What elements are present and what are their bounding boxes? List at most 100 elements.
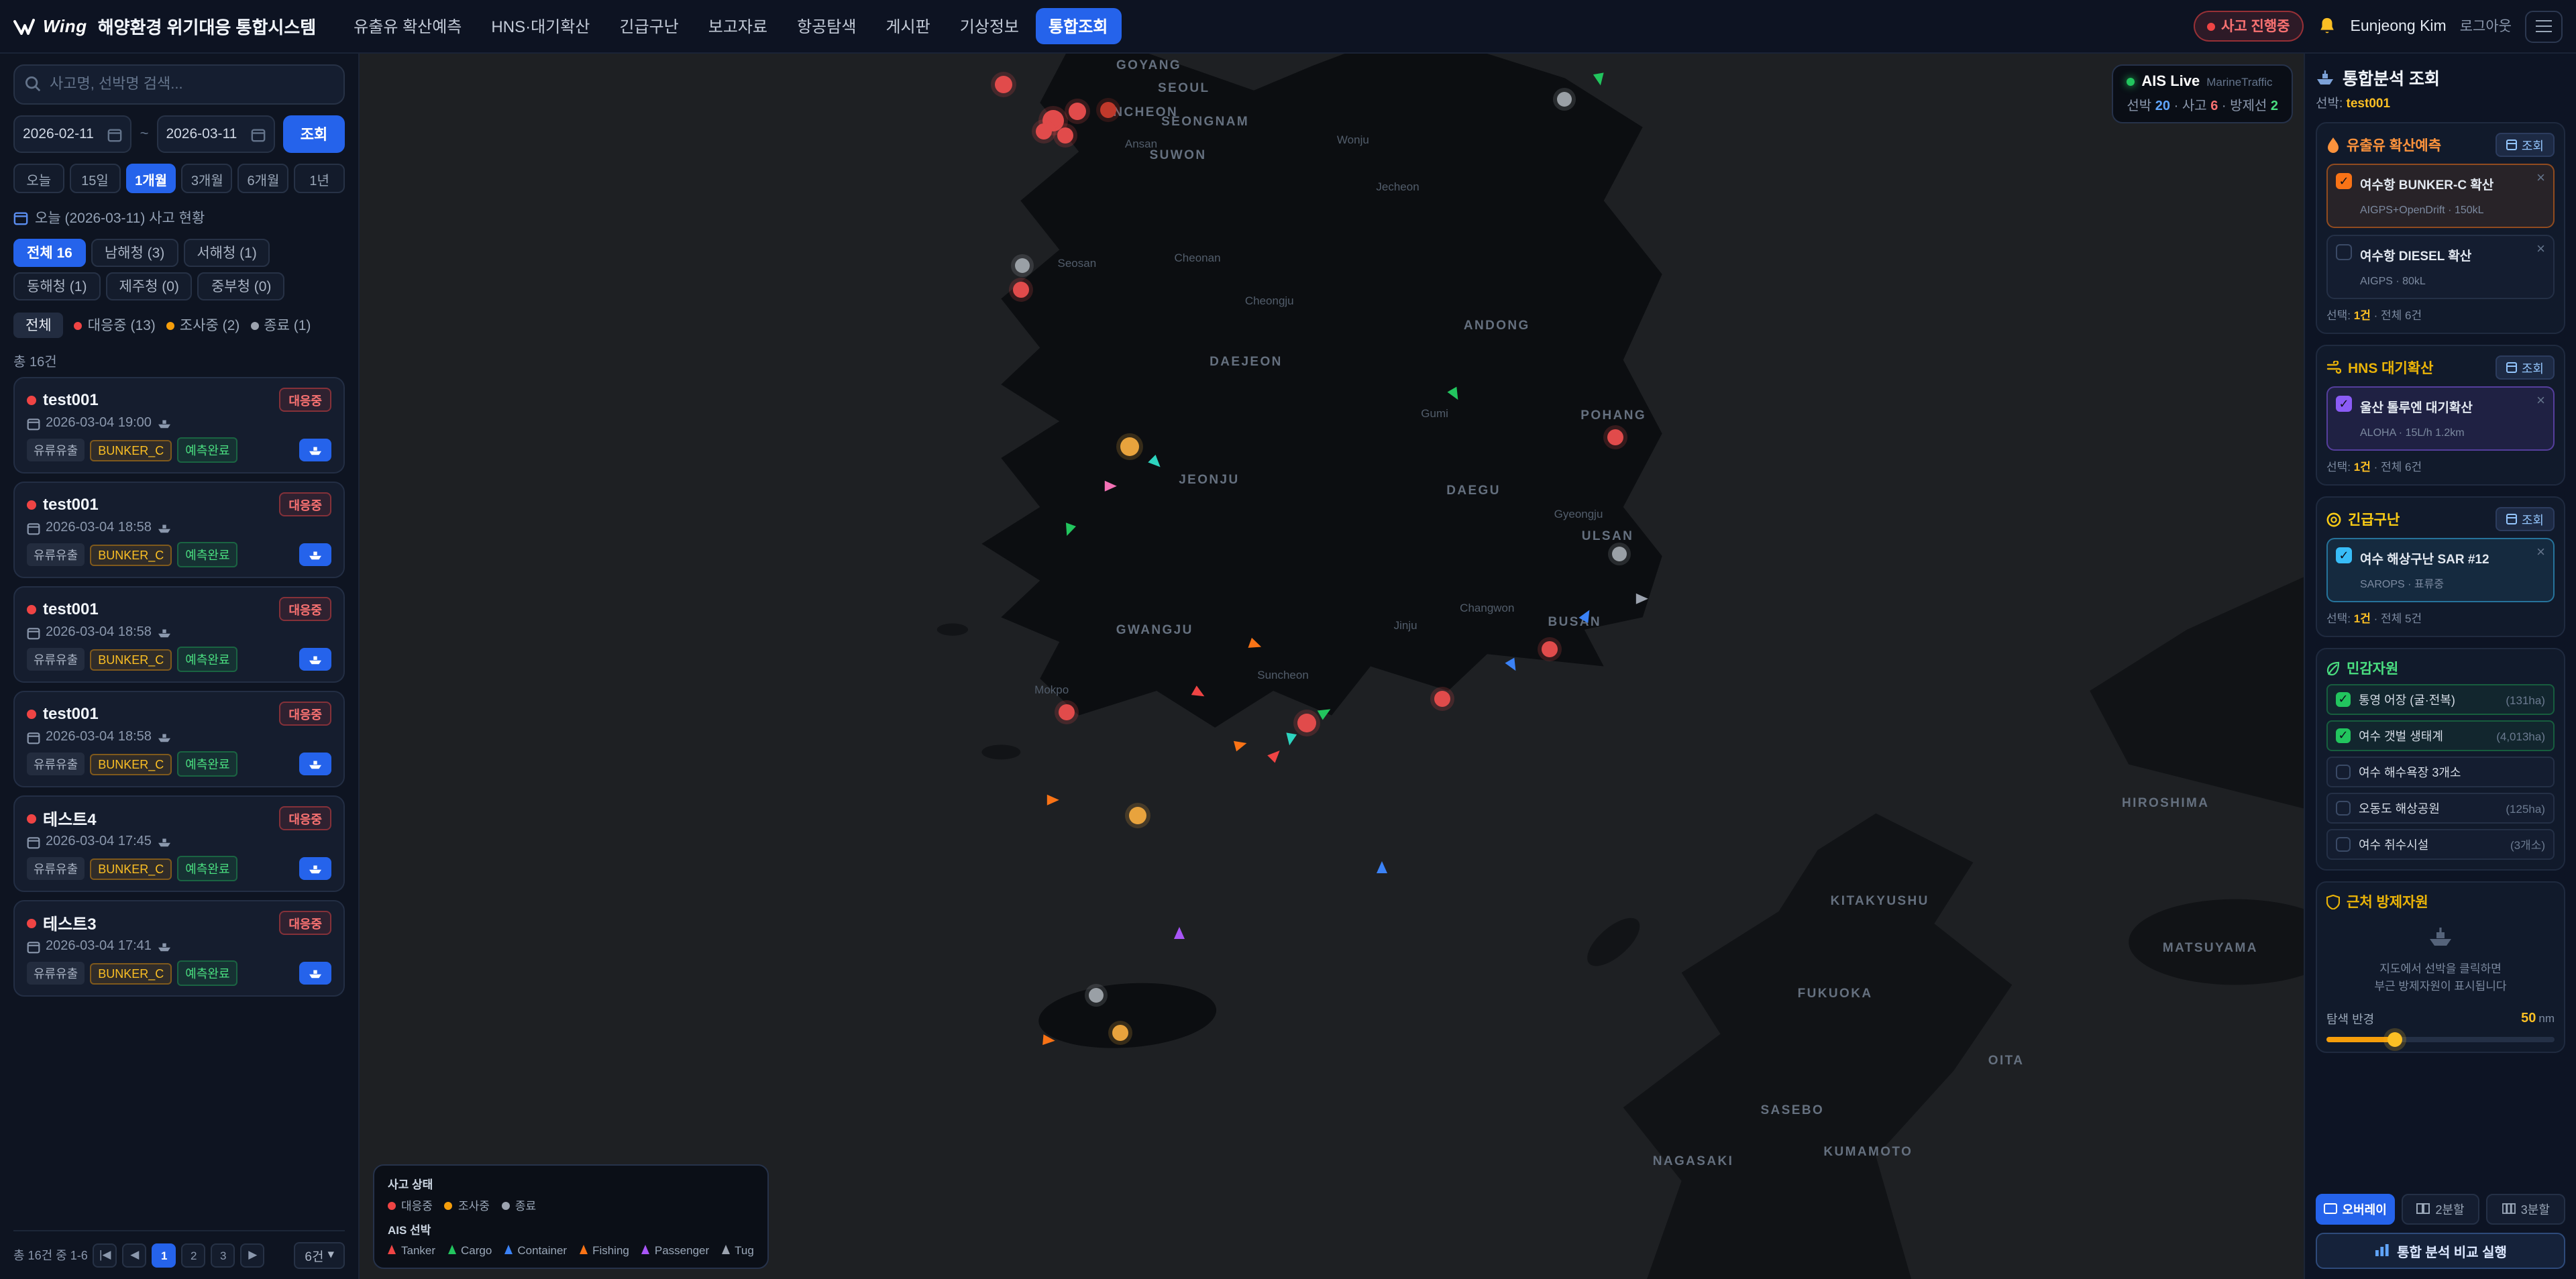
incident-marker[interactable] (1089, 987, 1104, 1002)
incident-card[interactable]: 테스트4 대응중 2026-03-04 17:45 유류유출 BUNKER_C … (13, 795, 345, 892)
status-filter-closed[interactable]: 종료 (1) (250, 315, 311, 335)
incident-marker[interactable] (1542, 641, 1558, 657)
status-filter-all[interactable]: 전체 (13, 313, 64, 338)
view-on-map-button[interactable] (299, 439, 331, 461)
close-icon[interactable]: × (2536, 546, 2545, 561)
map-canvas[interactable]: GOYANGSEOULINCHEONSEONGNAMAnsanSUWONWonj… (360, 54, 2304, 1279)
logout-button[interactable]: 로그아웃 (2460, 16, 2512, 36)
incident-marker[interactable] (1012, 282, 1028, 298)
view-on-map-button[interactable] (299, 857, 331, 880)
search-input[interactable] (13, 64, 345, 105)
region-chip-jeju[interactable]: 제주청 (0) (105, 272, 192, 300)
region-chip-namhae[interactable]: 남해청 (3) (91, 239, 178, 267)
checkbox-checked-icon[interactable]: ✓ (2336, 692, 2351, 707)
hns-scenario-item[interactable]: ✓ 울산 톨루엔 대기확산 ALOHA · 15L/h 1.2km × (2326, 386, 2555, 451)
checkbox-checked-icon[interactable]: ✓ (2336, 728, 2351, 743)
range-1y-button[interactable]: 1년 (294, 164, 345, 193)
ais-vessel-marker[interactable] (1579, 608, 1595, 624)
range-today-button[interactable]: 오늘 (13, 164, 64, 193)
ais-vessel-marker[interactable] (1636, 593, 1648, 604)
incident-card[interactable]: 테스트3 대응중 2026-03-04 17:41 유류유출 BUNKER_C … (13, 900, 345, 997)
checkbox-unchecked-icon[interactable] (2336, 801, 2351, 816)
incident-marker[interactable] (1120, 437, 1139, 456)
view-on-map-button[interactable] (299, 543, 331, 566)
view-on-map-button[interactable] (299, 753, 331, 775)
date-to-input[interactable]: 2026-03-11 (156, 115, 275, 153)
radius-slider[interactable] (2326, 1038, 2555, 1043)
resource-row[interactable]: ✓ 여수 갯벌 생태계 (4,013ha) (2326, 720, 2555, 751)
checkbox-checked-icon[interactable]: ✓ (2336, 547, 2352, 563)
checkbox-unchecked-icon[interactable] (2336, 244, 2352, 260)
incident-card[interactable]: test001 대응중 2026-03-04 18:58 유류유출 BUNKER… (13, 586, 345, 683)
incident-marker[interactable] (1558, 92, 1572, 107)
menu-oil-spread[interactable]: 유출유 확산예측 (340, 8, 475, 44)
ais-vessel-marker[interactable] (1148, 455, 1164, 471)
incident-marker[interactable] (1607, 429, 1623, 445)
menu-integrated-view[interactable]: 통합조회 (1035, 8, 1121, 44)
view-on-map-button[interactable] (299, 648, 331, 671)
ais-vessel-marker[interactable] (1377, 860, 1387, 873)
incident-marker[interactable] (1057, 127, 1073, 144)
sar-scenario-item[interactable]: ✓ 여수 해상구난 SAR #12 SAROPS · 표류중 × (2326, 538, 2555, 602)
incident-marker[interactable] (1068, 103, 1085, 120)
ais-vessel-marker[interactable] (1248, 638, 1263, 652)
ais-vessel-marker[interactable] (1062, 523, 1076, 538)
pagination-first-button[interactable]: |◀ (93, 1243, 117, 1267)
range-6m-button[interactable]: 6개월 (238, 164, 289, 193)
resource-row[interactable]: 오동도 해상공원 (125ha) (2326, 793, 2555, 824)
ais-vessel-marker[interactable] (1042, 1035, 1055, 1047)
pagination-page-3[interactable]: 3 (211, 1243, 235, 1267)
split-2-view-button[interactable]: 2분할 (2401, 1193, 2479, 1224)
range-15d-button[interactable]: 15일 (70, 164, 121, 193)
menu-weather[interactable]: 기상정보 (947, 8, 1032, 44)
incident-marker[interactable] (1128, 807, 1146, 824)
pagination-prev-button[interactable]: ◀ (123, 1243, 147, 1267)
oil-query-button[interactable]: 조회 (2496, 133, 2555, 157)
incident-inprogress-badge[interactable]: 사고 진행중 (2193, 11, 2303, 42)
incident-marker[interactable] (1100, 102, 1116, 118)
oil-scenario-item[interactable]: ✓ 여수항 BUNKER-C 확산 AIGPS+OpenDrift · 150k… (2326, 164, 2555, 228)
menu-hns[interactable]: HNS·대기확산 (478, 8, 603, 44)
checkbox-unchecked-icon[interactable] (2336, 837, 2351, 852)
view-on-map-button[interactable] (299, 962, 331, 985)
sar-query-button[interactable]: 조회 (2496, 507, 2555, 531)
resource-row[interactable]: 여수 취수시설 (3개소) (2326, 829, 2555, 860)
pagination-page-2[interactable]: 2 (182, 1243, 206, 1267)
menu-reports[interactable]: 보고자료 (695, 8, 781, 44)
ais-vessel-marker[interactable] (1046, 795, 1059, 805)
date-from-input[interactable]: 2026-02-11 (13, 115, 132, 153)
region-chip-donghae[interactable]: 동해청 (1) (13, 272, 100, 300)
ais-vessel-marker[interactable] (1317, 705, 1333, 720)
ais-vessel-marker[interactable] (1284, 732, 1297, 746)
ais-vessel-marker[interactable] (1234, 738, 1249, 752)
ais-vessel-marker[interactable] (1191, 685, 1207, 701)
hamburger-menu-icon[interactable] (2525, 10, 2563, 42)
split-3-view-button[interactable]: 3분할 (2487, 1193, 2565, 1224)
incident-card[interactable]: test001 대응중 2026-03-04 18:58 유류유출 BUNKER… (13, 482, 345, 578)
menu-rescue[interactable]: 긴급구난 (606, 8, 692, 44)
ais-vessel-marker[interactable] (1175, 927, 1185, 939)
incident-marker[interactable] (1612, 546, 1627, 561)
ais-vessel-marker[interactable] (1105, 480, 1117, 491)
checkbox-checked-icon[interactable]: ✓ (2336, 173, 2352, 189)
range-3m-button[interactable]: 3개월 (182, 164, 233, 193)
incident-card[interactable]: test001 대응중 2026-03-04 18:58 유류유출 BUNKER… (13, 691, 345, 787)
menu-board[interactable]: 게시판 (872, 8, 943, 44)
close-icon[interactable]: × (2536, 172, 2545, 186)
slider-thumb[interactable] (2387, 1033, 2402, 1048)
incident-marker[interactable] (994, 76, 1012, 93)
incident-marker[interactable] (1112, 1025, 1128, 1041)
status-filter-investigating[interactable]: 조사중 (2) (166, 315, 239, 335)
oil-scenario-item[interactable]: 여수항 DIESEL 확산 AIGPS · 80kL × (2326, 235, 2555, 299)
incident-marker[interactable] (1036, 123, 1052, 139)
region-chip-all[interactable]: 전체 16 (13, 239, 86, 267)
menu-aerial-search[interactable]: 항공탐색 (784, 8, 869, 44)
checkbox-unchecked-icon[interactable] (2336, 765, 2351, 779)
ais-vessel-marker[interactable] (1268, 747, 1284, 763)
incident-marker[interactable] (1015, 258, 1030, 273)
incident-marker[interactable] (1434, 691, 1450, 708)
overlay-view-button[interactable]: 오버레이 (2316, 1193, 2394, 1224)
resource-row[interactable]: ✓ 통영 어장 (굴·전복) (131ha) (2326, 684, 2555, 715)
pagination-page-1[interactable]: 1 (152, 1243, 176, 1267)
incident-marker[interactable] (1297, 714, 1316, 732)
